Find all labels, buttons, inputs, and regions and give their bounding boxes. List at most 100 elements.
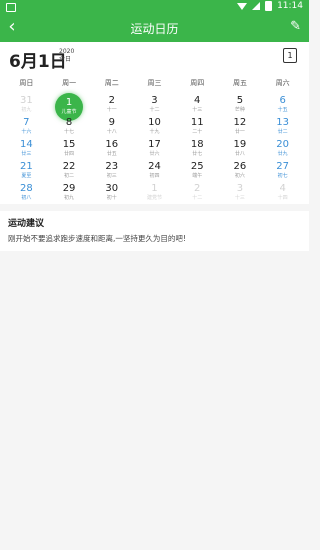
calendar-day[interactable]: 26 初六 (219, 160, 262, 182)
lunar-label: 廿四 (64, 151, 75, 157)
lunar-label: 二十 (192, 129, 203, 135)
day-number: 8 (65, 117, 73, 128)
day-number: 29 (62, 183, 76, 194)
calendar-day[interactable]: 17 廿六 (133, 138, 176, 160)
day-number: 7 (23, 117, 30, 128)
calendar-day[interactable]: 10 十九 (133, 116, 176, 138)
weekday-label: 周四 (190, 79, 205, 87)
year-label: 2020 今日 (59, 48, 74, 64)
calendar-day[interactable]: 28 初八 (5, 182, 48, 204)
day-number: 31 (19, 95, 33, 106)
date-header: 6月1日 2020 今日 1 (0, 42, 309, 72)
day-number: 28 (19, 183, 33, 194)
calendar-day[interactable]: 12 廿一 (219, 116, 262, 138)
lunar-label: 十三 (192, 107, 203, 113)
calendar-day[interactable]: 4 十三 (176, 94, 219, 116)
lunar-label: 初六 (234, 173, 245, 179)
signal-icon (252, 2, 261, 10)
tips-title: 运动建议 (8, 219, 45, 229)
lunar-label: 廿六 (149, 151, 160, 157)
day-number: 21 (19, 161, 33, 172)
clock: 11:14 (277, 1, 303, 11)
day-number: 18 (190, 139, 204, 150)
weekday-label: 周一 (62, 79, 77, 87)
calendar-day[interactable]: 25 端午 (176, 160, 219, 182)
lunar-label: 廿九 (277, 151, 288, 157)
calendar-day[interactable]: 24 初四 (133, 160, 176, 182)
calendar-day[interactable]: 15 廿四 (48, 138, 91, 160)
lunar-label: 端午 (192, 173, 203, 179)
weekday-label: 周三 (147, 79, 162, 87)
lunar-label: 初九 (64, 195, 75, 201)
calendar-day[interactable]: 30 初十 (90, 182, 133, 204)
day-number: 2 (108, 95, 115, 106)
calendar-day[interactable]: 18 廿七 (176, 138, 219, 160)
day-number: 4 (194, 95, 201, 106)
weekday-header: 周日 周一 周二 周三 周四 周五 周六 (0, 72, 309, 94)
lunar-label: 廿一 (234, 129, 245, 135)
weekday-label: 周五 (232, 79, 247, 87)
lunar-label: 廿五 (106, 151, 117, 157)
weekday-label: 周二 (104, 79, 119, 87)
calendar-day[interactable]: 2 十一 (90, 94, 133, 116)
share-icon[interactable]: ✎ (290, 19, 301, 34)
calendar-day[interactable]: 11 二十 (176, 116, 219, 138)
day-number: 11 (190, 117, 204, 128)
calendar-day[interactable]: 8 十七 (48, 116, 91, 138)
status-bar: 11:14 (0, 0, 309, 14)
calendar-day[interactable]: 3 十三 (219, 182, 262, 204)
weekday-label: 周日 (19, 79, 34, 87)
calendar-day[interactable]: 16 廿五 (90, 138, 133, 160)
lunar-label: 十二 (192, 195, 203, 201)
calendar-day[interactable]: 1 建党节 (133, 182, 176, 204)
lunar-label: 十四 (277, 195, 288, 201)
day-number: 23 (105, 161, 119, 172)
page-title: 运动日历 (130, 22, 179, 36)
lunar-label: 初九 (21, 107, 32, 113)
day-number: 1 (151, 183, 158, 194)
day-number: 24 (148, 161, 161, 172)
calendar-day[interactable]: 22 初二 (48, 160, 91, 182)
wifi-icon (237, 2, 248, 10)
exercise-tips: 运动建议 刚开始不要追求跑步速度和距离,一坚持更久为目的吧! (0, 211, 309, 251)
day-number: 12 (233, 117, 247, 128)
lunar-label: 初七 (277, 173, 288, 179)
calendar-day[interactable]: 19 廿八 (219, 138, 262, 160)
lunar-label: 十八 (106, 129, 117, 135)
today-label: 今日 (59, 56, 72, 63)
day-number: 25 (190, 161, 204, 172)
calendar-day[interactable]: 21 夏至 (5, 160, 48, 182)
day-number: 22 (62, 161, 76, 172)
calendar-day[interactable]: 7 十六 (5, 116, 48, 138)
image-notification-icon (6, 3, 16, 12)
calendar-day[interactable]: 13 廿二 (261, 116, 304, 138)
weekday-label: 周六 (275, 79, 290, 87)
day-number: 30 (105, 183, 119, 194)
lunar-label: 初四 (149, 173, 160, 179)
lunar-label: 十五 (277, 107, 288, 113)
day-number: 14 (19, 139, 33, 150)
calendar-day[interactable]: 6 十五 (261, 94, 304, 116)
day-number: 5 (236, 95, 244, 106)
lunar-label: 廿七 (192, 151, 203, 157)
lunar-label: 初十 (106, 195, 117, 201)
day-number: 3 (151, 95, 158, 106)
calendar-day[interactable]: 20 廿九 (261, 138, 304, 160)
lunar-label: 十九 (149, 129, 160, 135)
calendar-icon[interactable]: 1 (283, 48, 297, 63)
calendar-day[interactable]: 14 廿三 (5, 138, 48, 160)
day-number: 4 (279, 183, 286, 194)
lunar-label: 初三 (106, 173, 117, 179)
calendar-day[interactable]: 3 十二 (133, 94, 176, 116)
lunar-label: 十六 (21, 129, 32, 135)
calendar-day[interactable]: 9 十八 (90, 116, 133, 138)
calendar-day[interactable]: 5 芒种 (219, 94, 262, 116)
year-value: 2020 (59, 48, 75, 55)
calendar-day[interactable]: 4 十四 (261, 182, 304, 204)
calendar-day[interactable]: 27 初七 (261, 160, 304, 182)
calendar-day[interactable]: 29 初九 (48, 182, 91, 204)
calendar-day[interactable]: 23 初三 (90, 160, 133, 182)
calendar-day[interactable]: 31 初九 (5, 94, 48, 116)
calendar-day[interactable]: 1 儿童节 (48, 93, 91, 121)
calendar-day[interactable]: 2 十二 (176, 182, 219, 204)
